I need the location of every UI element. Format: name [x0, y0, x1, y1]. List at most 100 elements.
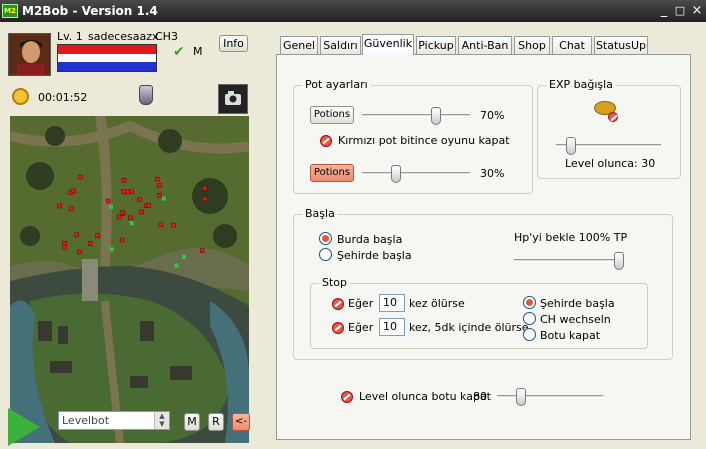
enemy-marker — [157, 193, 162, 198]
portrait-image — [9, 34, 50, 75]
start-group: Başla Burda başla Şehirde başla Hp'yi be… — [293, 207, 673, 360]
channel-text: CH3 — [155, 30, 178, 43]
radio-stop-town[interactable] — [523, 296, 536, 309]
enemy-marker — [202, 196, 208, 202]
mp-potion-slider-thumb[interactable] — [391, 165, 402, 183]
stop-after1-label: kez ölürse — [409, 297, 465, 310]
exp-donate-group: EXP bağışla Level olunca: 30 — [537, 78, 681, 179]
tab-chat[interactable]: Chat — [552, 36, 592, 54]
pot-settings-group: Pot ayarları Potions 70% Kırmızı pot bit… — [293, 78, 533, 194]
enemy-marker — [171, 222, 176, 228]
level-text: Lv. 1 — [57, 30, 83, 43]
enemy-marker — [125, 189, 130, 195]
exp-level-slider-thumb[interactable] — [565, 137, 576, 155]
tab-genel[interactable]: Genel — [280, 36, 318, 54]
character-name: sadecesaazx — [88, 30, 159, 43]
hp-potion-slider-track[interactable] — [362, 114, 470, 117]
mp-potions-button[interactable]: Potions — [310, 164, 354, 182]
minimap[interactable] — [10, 116, 249, 443]
level-close-slider-track[interactable] — [497, 395, 603, 398]
back-button[interactable]: <- — [232, 413, 250, 431]
window-title: M2Bob - Version 1.4 — [22, 4, 158, 18]
death-count-5min-input[interactable]: 10 — [379, 318, 405, 336]
tab-guvenlik[interactable]: Güvenlik — [362, 34, 414, 55]
stop-if1-label: Eğer — [348, 297, 374, 310]
mp-potion-slider-track[interactable] — [362, 172, 470, 175]
mp-bar — [58, 62, 156, 71]
start-group-title: Başla — [302, 207, 338, 220]
exp-level-label: Level olunca: 30 — [565, 157, 656, 170]
enemy-marker — [71, 188, 77, 194]
enemy-marker — [62, 241, 67, 246]
exp-donate-title: EXP bağışla — [546, 78, 616, 91]
pot-settings-title: Pot ayarları — [302, 78, 371, 91]
enemy-marker — [139, 209, 144, 215]
enemy-marker — [128, 215, 133, 221]
guvenlik-panel: Pot ayarları Potions 70% Kırmızı pot bit… — [276, 54, 691, 440]
radio-start-here[interactable] — [319, 232, 332, 245]
level-close-label: Level olunca botu kapat — [359, 390, 491, 403]
no-sign-icon[interactable] — [341, 391, 353, 403]
minimap-canvas — [10, 116, 249, 443]
no-sign-icon[interactable] — [320, 135, 332, 147]
hp-mp-bars — [57, 44, 157, 72]
tab-anti-ban[interactable]: Anti-Ban — [458, 36, 512, 54]
enemy-marker — [77, 174, 83, 180]
stop-town-label: Şehirde başla — [540, 297, 615, 310]
no-sign-icon[interactable] — [608, 112, 618, 122]
screenshot-button[interactable] — [218, 84, 248, 114]
tab-saldiri[interactable]: Saldırı — [320, 36, 361, 54]
spinner-arrows-icon[interactable]: ▲ ▼ — [154, 412, 169, 429]
m-button[interactable]: M — [184, 413, 200, 431]
enemy-marker — [106, 198, 111, 204]
no-sign-icon[interactable] — [332, 322, 344, 334]
enemy-marker — [95, 233, 100, 238]
minimize-button[interactable]: _ — [656, 3, 672, 19]
r-button[interactable]: R — [208, 413, 224, 431]
close-game-label: Kırmızı pot bitince oyunu kapat — [338, 134, 510, 147]
npc-marker — [129, 221, 134, 226]
enemy-marker — [121, 177, 127, 183]
start-town-label: Şehirde başla — [337, 249, 412, 262]
tab-pickup[interactable]: Pickup — [416, 36, 456, 54]
npc-marker — [174, 263, 179, 268]
hp-percent-text: 70% — [480, 109, 505, 122]
timer-text: 00:01:52 — [38, 91, 88, 104]
potion-bottle-icon — [139, 85, 153, 105]
info-button[interactable]: Info — [219, 35, 248, 52]
tab-shop[interactable]: Shop — [514, 36, 550, 54]
close-button[interactable]: × — [689, 3, 705, 19]
enemy-marker — [154, 176, 160, 182]
exp-bar — [58, 54, 156, 62]
enemy-marker — [157, 183, 162, 188]
enemy-marker — [121, 189, 126, 194]
npc-marker — [109, 204, 114, 209]
enemy-marker — [87, 241, 93, 246]
mp-percent-text: 30% — [480, 167, 505, 180]
enemy-marker — [62, 244, 67, 250]
mode-select[interactable]: Levelbot ▲ ▼ — [58, 411, 170, 430]
hp-potion-slider-thumb[interactable] — [430, 107, 441, 125]
enemy-marker — [116, 214, 122, 220]
hp-wait-slider-track[interactable] — [514, 259, 624, 262]
stop-change-ch-label: CH wechseln — [540, 313, 611, 326]
enemy-marker — [202, 185, 208, 191]
hp-bar — [58, 45, 156, 54]
death-count-input[interactable]: 10 — [379, 294, 405, 312]
start-here-label: Burda başla — [337, 233, 403, 246]
enemy-marker — [200, 248, 205, 253]
stopwatch-icon — [12, 88, 29, 105]
start-play-icon[interactable] — [8, 408, 40, 446]
character-portrait — [8, 33, 51, 76]
level-close-slider-thumb[interactable] — [516, 388, 527, 406]
stop-after2-label: kez, 5dk içinde ölürse — [409, 321, 529, 334]
radio-start-town[interactable] — [319, 248, 332, 261]
hp-potions-button[interactable]: Potions — [310, 106, 354, 124]
stop-group: Stop Eğer 10 kez ölürse Eğer 10 kez, 5dk… — [310, 276, 648, 349]
radio-stop-change-ch[interactable] — [523, 312, 536, 325]
maximize-button[interactable]: □ — [672, 3, 688, 19]
tab-statusup[interactable]: StatusUp — [594, 36, 648, 54]
hp-wait-slider-thumb[interactable] — [614, 252, 624, 270]
no-sign-icon[interactable] — [332, 298, 344, 310]
radio-stop-close-bot[interactable] — [523, 328, 536, 341]
